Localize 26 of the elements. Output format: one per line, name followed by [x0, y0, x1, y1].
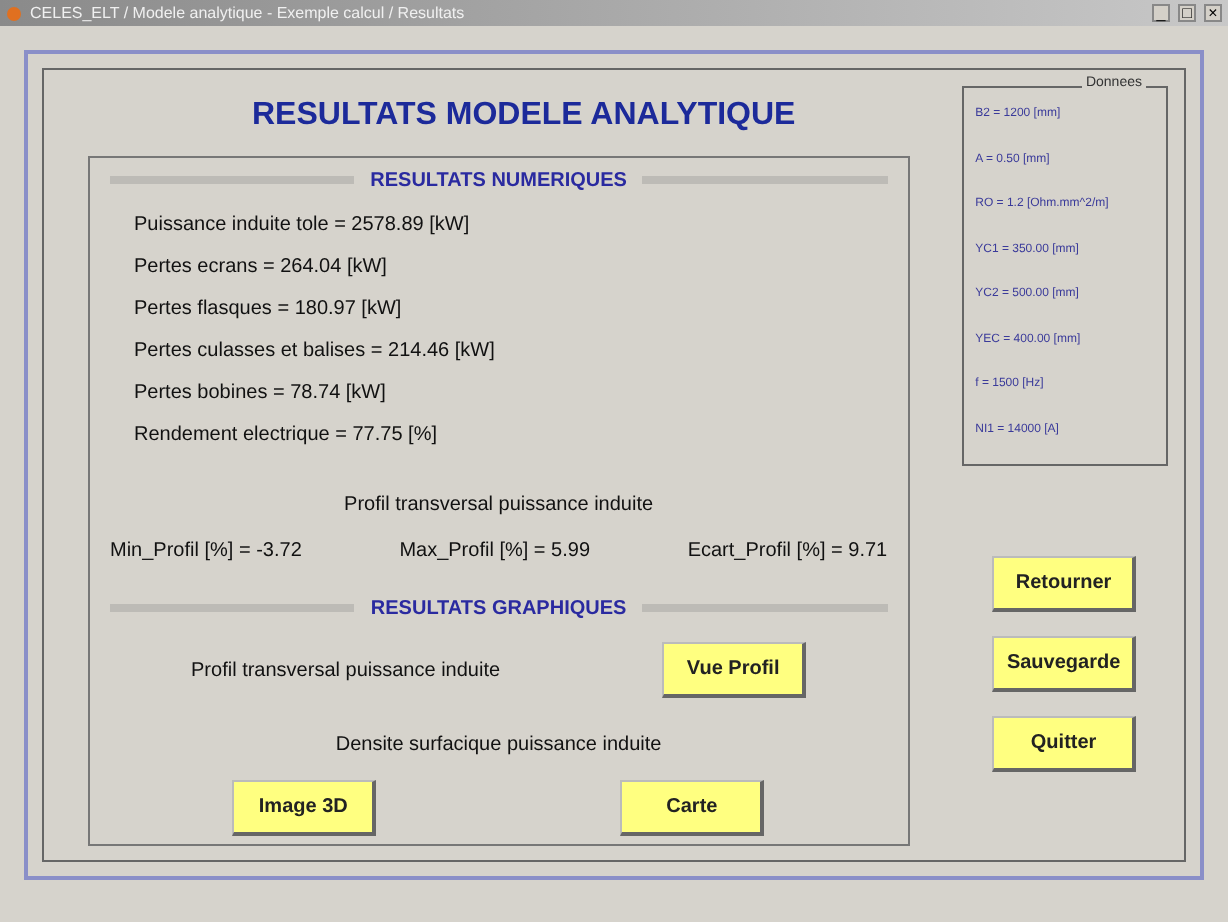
- result-line: Pertes ecrans = 264.04 [kW]: [134, 256, 389, 278]
- result-line: Pertes bobines = 78.74 [kW]: [134, 382, 388, 404]
- minimize-button[interactable]: _: [1152, 4, 1170, 22]
- action-button[interactable]: Retourner: [992, 556, 1137, 612]
- density-button[interactable]: Carte: [620, 780, 765, 836]
- profile-title: Profil transversal puissance induite: [342, 494, 656, 516]
- result-line: Rendement electrique = 77.75 [%]: [134, 424, 439, 446]
- profile-label: Profil transversal puissance induite: [191, 659, 501, 681]
- density-label: Densite surfacique puissance induite: [333, 734, 664, 756]
- app-icon: [6, 5, 22, 21]
- result-line: Pertes flasques = 180.97 [kW]: [134, 298, 404, 320]
- profile-value: Min_Profil [%] = -3.72: [110, 540, 302, 562]
- close-button[interactable]: ×: [1204, 4, 1222, 22]
- action-button[interactable]: Quitter: [992, 716, 1137, 772]
- page-heading: RESULTATS MODELE ANALYTIQUE: [252, 98, 798, 136]
- profile-value: Max_Profil [%] = 5.99: [399, 540, 591, 562]
- section-title: RESULTATS GRAPHIQUES: [370, 597, 627, 619]
- action-button[interactable]: Sauvegarde: [992, 636, 1137, 692]
- maximize-button[interactable]: □: [1178, 4, 1196, 22]
- section-title: RESULTATS NUMERIQUES: [370, 169, 627, 191]
- view-profile-button[interactable]: Vue Profil: [662, 642, 807, 698]
- density-button[interactable]: Image 3D: [232, 780, 377, 836]
- result-line: Pertes culasses et balises = 214.46 [kW]: [134, 340, 497, 362]
- result-line: Puissance induite tole = 2578.89 [kW]: [134, 214, 472, 236]
- window-title: CELES_ELT / Modele analytique - Exemple calcul / Resultats: [30, 4, 467, 22]
- profile-value: Ecart_Profil [%] = 9.71: [687, 540, 888, 562]
